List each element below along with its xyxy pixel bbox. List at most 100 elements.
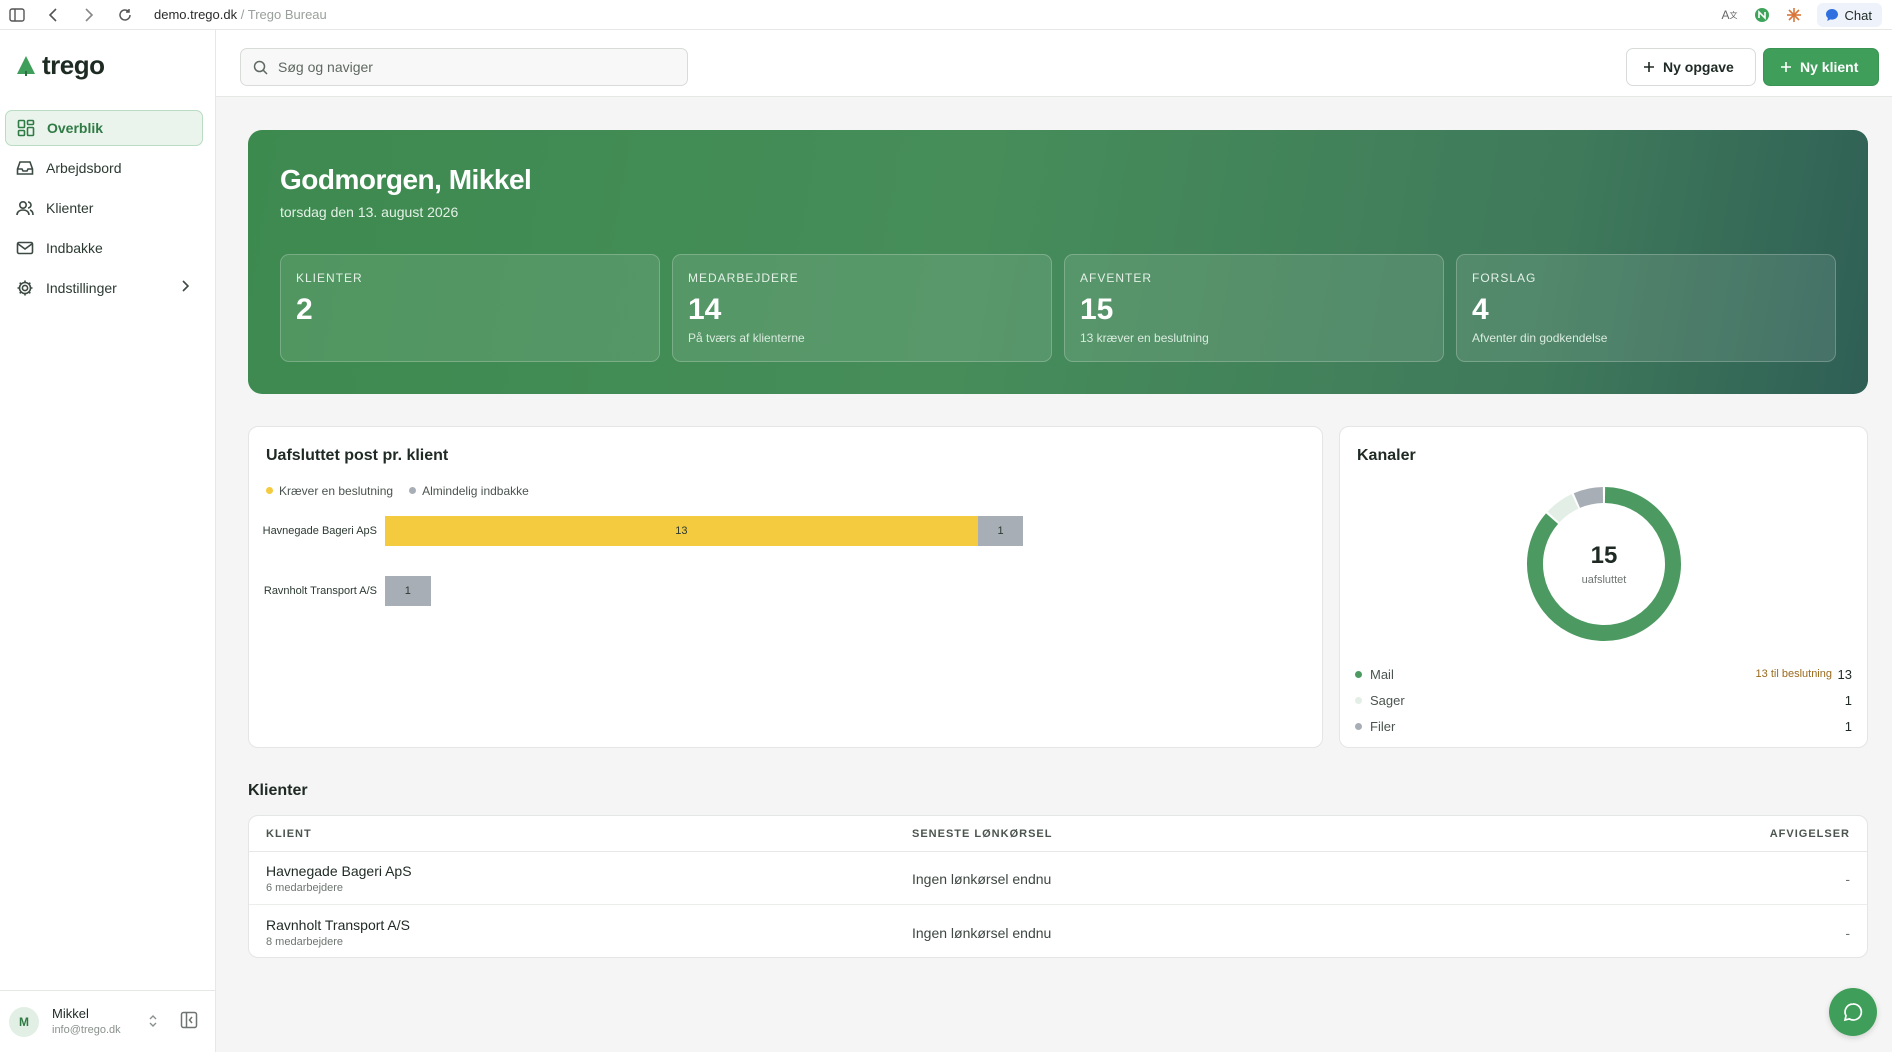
- new-client-button[interactable]: Ny klient: [1763, 48, 1879, 86]
- sidebar-item-arbejdsbord[interactable]: Arbejdsbord: [5, 150, 203, 186]
- collapse-sidebar-icon[interactable]: [180, 1011, 198, 1029]
- table-row[interactable]: Havnegade Bageri ApS 6 medarbejdere Inge…: [249, 852, 1867, 905]
- legend-dot: [409, 487, 417, 494]
- stat-card-forslag[interactable]: FORSLAG 4 Afventer din godkendelse: [1456, 254, 1836, 362]
- chat-label: Chat: [1844, 7, 1872, 23]
- sidebar-item-indstillinger[interactable]: Indstillinger: [5, 270, 203, 306]
- user-email: info@trego.dk: [52, 1023, 121, 1036]
- channel-label: Sager: [1370, 693, 1405, 708]
- browser-toolbar: demo.trego.dk / Trego Bureau A文 Chat: [0, 0, 1892, 30]
- client-employees: 8 medarbejdere: [266, 936, 344, 948]
- stat-card-klienter[interactable]: KLIENTER 2: [280, 254, 660, 362]
- stat-label: MEDARBEJDERE: [688, 271, 799, 285]
- sidebar-item-overblik[interactable]: Overblik: [5, 110, 203, 146]
- user-menu[interactable]: M Mikkel info@trego.dk: [0, 990, 216, 1052]
- back-icon[interactable]: [42, 4, 64, 26]
- legend-item-decision: Kræver en beslutning: [266, 484, 393, 498]
- users-icon: [16, 200, 34, 216]
- extension-spark-icon[interactable]: [1785, 6, 1803, 24]
- plus-icon: [1781, 62, 1791, 72]
- support-chat-button[interactable]: [1829, 988, 1877, 1036]
- forward-icon[interactable]: [78, 4, 100, 26]
- plus-icon: [1644, 62, 1654, 72]
- clients-table: KLIENT SENESTE LØNKØRSEL AFVIGELSER Havn…: [248, 815, 1868, 958]
- card-title: Kanaler: [1357, 447, 1416, 464]
- inbox-tray-icon: [16, 161, 34, 175]
- chevron-right-icon: [182, 280, 189, 292]
- bar-segment[interactable]: 1: [977, 516, 1024, 546]
- current-date: torsdag den 13. august 2026: [280, 204, 459, 220]
- sidebar: trego Overblik Arbejdsbord Klienter Indb…: [0, 30, 216, 1052]
- channel-label: Mail: [1370, 667, 1394, 682]
- bar-row: Ravnholt Transport A/S 1: [249, 576, 1324, 606]
- sidebar-item-klienter[interactable]: Klienter: [5, 190, 203, 226]
- card-title: Uafsluttet post pr. klient: [266, 447, 449, 464]
- logo-text: trego: [42, 50, 105, 80]
- chat-button[interactable]: Chat: [1816, 3, 1882, 27]
- column-header-klient[interactable]: KLIENT: [266, 828, 312, 840]
- search-box[interactable]: [240, 48, 688, 86]
- search-icon: [253, 60, 268, 75]
- channel-row-sager: Sager 1: [1355, 693, 1852, 713]
- stat-sub: 13 kræver en beslutning: [1080, 331, 1209, 345]
- search-input[interactable]: [278, 59, 658, 75]
- new-task-label: Ny opgave: [1663, 59, 1734, 75]
- reload-icon[interactable]: [114, 4, 136, 26]
- channel-row-mail: Mail 13 til beslutning 13: [1355, 667, 1852, 687]
- donut-total: 15: [1590, 542, 1618, 569]
- legend-label: Almindelig indbakke: [422, 484, 529, 498]
- sidebar-item-label: Indstillinger: [46, 280, 117, 296]
- sidebar-toggle-icon[interactable]: [6, 4, 28, 26]
- legend-dot: [1355, 723, 1362, 730]
- sidebar-item-indbakke[interactable]: Indbakke: [5, 230, 203, 266]
- url-page-title: Trego Bureau: [247, 7, 327, 22]
- column-header-seneste-lonkorsel[interactable]: SENESTE LØNKØRSEL: [912, 828, 1052, 840]
- top-bar: Ny opgave Ny klient: [216, 30, 1892, 97]
- client-deviations: -: [1845, 925, 1850, 941]
- legend-dot: [1355, 697, 1362, 704]
- url-domain: demo.trego.dk: [154, 7, 238, 22]
- url-separator: /: [240, 7, 245, 22]
- gear-icon: [17, 280, 33, 296]
- bar-segment[interactable]: 13: [385, 516, 978, 546]
- extension-green-icon[interactable]: [1753, 6, 1771, 24]
- client-last-payroll: Ingen lønkørsel endnu: [912, 871, 1052, 887]
- sidebar-item-label: Arbejdsbord: [46, 160, 122, 176]
- new-task-button[interactable]: Ny opgave: [1626, 48, 1756, 86]
- chevron-updown-icon[interactable]: [148, 1013, 158, 1029]
- bar-segment[interactable]: 1: [385, 576, 431, 606]
- client-last-payroll: Ingen lønkørsel endnu: [912, 925, 1052, 941]
- logo[interactable]: trego: [16, 50, 105, 81]
- sidebar-item-label: Overblik: [47, 120, 104, 136]
- bar-row: Havnegade Bageri ApS 13 1: [249, 516, 1324, 546]
- avatar: M: [9, 1006, 39, 1037]
- client-employees: 6 medarbejdere: [266, 882, 344, 894]
- sidebar-item-label: Klienter: [46, 200, 94, 216]
- donut-center: 15 uafsluttet: [1525, 485, 1683, 643]
- welcome-banner: Godmorgen, Mikkel torsdag den 13. august…: [248, 130, 1868, 394]
- grid-icon: [17, 119, 35, 137]
- client-deviations: -: [1845, 871, 1850, 887]
- channel-value: 1: [1844, 719, 1852, 734]
- translate-icon[interactable]: A文: [1721, 6, 1739, 24]
- stat-sub: Afventer din godkendelse: [1472, 331, 1608, 345]
- channel-note: 13 til beslutning: [1755, 668, 1832, 680]
- column-header-afvigelser[interactable]: AFVIGELSER: [1770, 828, 1850, 840]
- legend-item-inbox: Almindelig indbakke: [409, 484, 529, 498]
- stat-label: FORSLAG: [1472, 271, 1537, 285]
- stat-card-afventer[interactable]: AFVENTER 15 13 kræver en beslutning: [1064, 254, 1444, 362]
- stat-sub: På tværs af klienterne: [688, 331, 805, 345]
- donut-total-label: uafsluttet: [1581, 574, 1627, 586]
- address-bar[interactable]: demo.trego.dk / Trego Bureau: [154, 7, 327, 22]
- legend-dot: [1355, 671, 1362, 678]
- stat-card-medarbejdere[interactable]: MEDARBEJDERE 14 På tværs af klienterne: [672, 254, 1052, 362]
- stat-label: AFVENTER: [1080, 271, 1153, 285]
- table-row[interactable]: Ravnholt Transport A/S 8 medarbejdere In…: [249, 906, 1867, 959]
- open-items-per-client-card: Uafsluttet post pr. klient Kræver en bes…: [248, 426, 1323, 748]
- bar-category-label: Havnegade Bageri ApS: [262, 525, 377, 537]
- chart-legend: Kræver en beslutning Almindelig indbakke: [266, 484, 529, 498]
- channels-card: Kanaler 15 uafsluttet Mail 13 til beslut…: [1339, 426, 1868, 748]
- table-header: KLIENT SENESTE LØNKØRSEL AFVIGELSER: [249, 816, 1867, 852]
- user-name: Mikkel: [52, 1005, 89, 1021]
- mail-icon: [16, 241, 34, 255]
